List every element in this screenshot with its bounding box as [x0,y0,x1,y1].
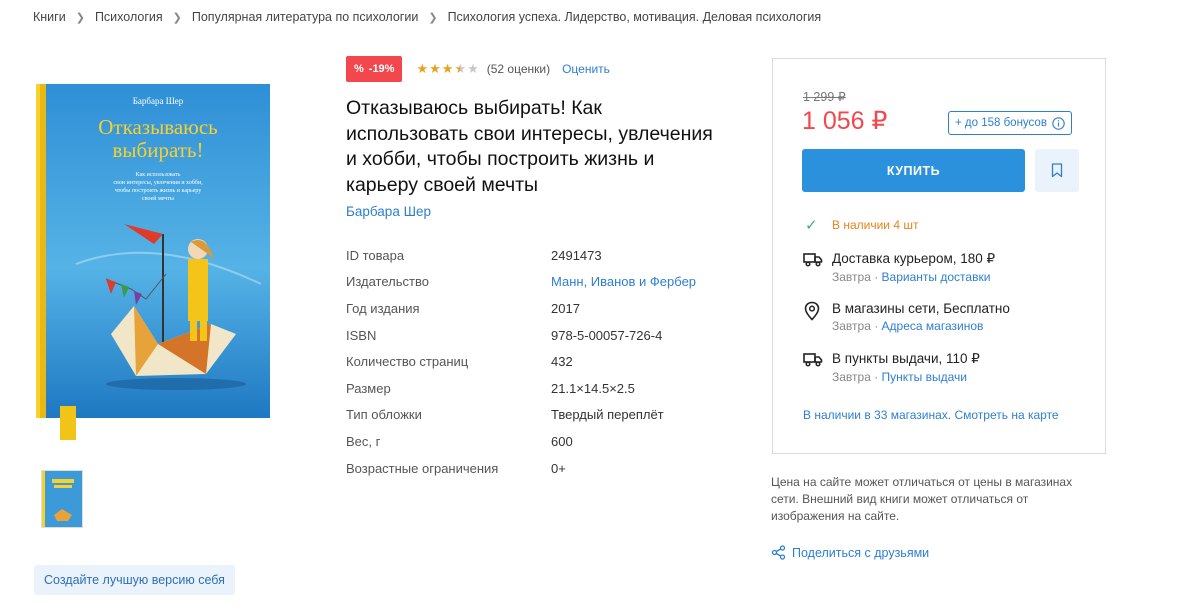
rating-row: % -19% ★ ★ ★ ★ ★ (52 оценки) Оценить [346,56,610,82]
bonus-label: + до 158 бонусов [955,117,1047,129]
delivery-when: Завтра · [832,319,882,333]
delivery-options-link[interactable]: Варианты доставки [882,270,991,284]
discount-badge: % -19% [346,56,403,82]
spec-row: Количество страниц 432 [346,348,696,375]
spec-key: Количество страниц [346,354,469,370]
spec-key: Размер [346,380,391,396]
breadcrumb-item-books[interactable]: Книги [33,10,66,24]
cover-subtitle-line3: чтобы построить жизнь и карьеру [115,187,202,194]
stock-text: В наличии 4 шт [832,218,919,232]
bonus-badge[interactable]: + до 158 бонусов [948,111,1072,135]
product-title: Отказываюсь выбирать! Как использовать с… [346,97,713,196]
rate-link[interactable]: Оценить [562,62,610,76]
spec-row: Вес, г 600 [346,428,696,455]
delivery-stores: В магазины сети, Бесплатно Завтра · Адре… [803,301,1010,333]
stores-map-link[interactable]: В наличии в 33 магазинах. Смотреть на ка… [803,408,1059,422]
star-full-icon: ★ [441,61,454,76]
cover-subtitle-line4: своей мечты [142,195,174,202]
star-half-icon: ★ [454,61,467,76]
chevron-right-icon: ❯ [172,12,182,24]
spec-row: Издательство Манн, Иванов и Фербер [346,269,696,296]
spec-value: 2017 [551,300,580,316]
book-cover-image[interactable]: Барбара Шер Отказываюсь выбирать! Как ис… [36,84,270,440]
delivery-pickup: В пункты выдачи, 110 ₽ Завтра · Пункты в… [803,351,980,384]
spec-key: Возрастные ограничения [346,460,499,476]
spec-key: Тип обложки [346,407,422,423]
cover-subtitle-line2: свои интересы, увлечения и хобби, [113,179,203,186]
spec-key: ISBN [346,327,377,343]
star-full-icon: ★ [416,61,429,76]
spec-row: ISBN 978-5-00057-726-4 [346,322,696,349]
breadcrumb: Книги ❯ Психология ❯ Популярная литература п… [33,10,821,24]
share-icon [771,545,786,560]
delivery-courier: Доставка курьером, 180 ₽ Завтра · Вариан… [803,251,995,284]
star-full-icon: ★ [429,61,441,76]
publisher-link[interactable]: Манн, Иванов и Фербер [551,274,696,289]
spec-value: 978-5-00057-726-4 [551,327,663,343]
rating-stars: ★ ★ ★ ★ ★ [416,61,478,77]
chevron-right-icon: ❯ [75,12,85,24]
spec-row: Возрастные ограничения 0+ [346,455,696,482]
buy-button[interactable]: КУПИТЬ [802,149,1025,192]
chevron-right-icon: ❯ [428,12,438,24]
location-pin-icon [804,301,820,321]
spec-value: 21.1×14.5×2.5 [551,380,635,396]
spec-value: 2491473 [551,247,602,263]
author-link[interactable]: Барбара Шер [346,204,431,219]
spec-row: ID товара 2491473 [346,242,696,269]
spec-value: 600 [551,433,573,449]
spec-key: Вес, г [346,433,381,449]
breadcrumb-item-popular[interactable]: Популярная литература по психологии [192,10,418,24]
spec-key: Издательство [346,274,429,290]
spec-row: Тип обложки Твердый переплёт [346,402,696,429]
delivery-title: В пункты выдачи, 110 ₽ [832,351,980,366]
delivery-title: В магазины сети, Бесплатно [832,301,1010,316]
pickup-points-link[interactable]: Пункты выдачи [882,370,967,384]
check-icon: ✓ [805,217,818,234]
spec-key: ID товара [346,247,405,263]
cover-thumbnail[interactable] [41,470,83,528]
spec-value: Твердый переплёт [551,407,664,423]
share-label: Поделиться с друзьями [792,545,930,560]
breadcrumb-item-psychology[interactable]: Психология [95,10,163,24]
cover-subtitle-line1: Как использовать [136,172,181,178]
delivery-when: Завтра · [832,270,882,284]
delivery-title: Доставка курьером, 180 ₽ [832,251,996,266]
rating-count: (52 оценки) [486,62,551,76]
percent-icon: % [354,63,364,75]
specs-table: ID товара 2491473 Издательство Манн, Ивано… [346,242,696,481]
store-addresses-link[interactable]: Адреса магазинов [882,319,984,333]
spec-value: 432 [551,354,573,370]
cover-title-line1: Отказываюсь [98,115,218,139]
bookmark-icon [1051,163,1063,178]
share-button[interactable]: Поделиться с друзьями [771,545,929,560]
stock-status: ✓ В наличии 4 шт [805,216,918,234]
star-empty-icon: ★ [467,61,479,76]
buy-box: 1 299 ₽ 1 056 ₽ + до 158 бонусов КУПИТЬ … [772,58,1106,454]
info-icon [1052,116,1065,130]
discount-value: -19% [368,63,395,75]
current-price: 1 056 ₽ [802,107,888,135]
spec-row: Год издания 2017 [346,295,696,322]
spec-key: Год издания [346,300,420,316]
price-disclaimer: Цена на сайте может отличаться от цены в… [771,475,1073,523]
cover-author: Барбара Шер [133,96,184,106]
breadcrumb-item-success[interactable]: Психология успеха. Лидерство, мотивация.… [448,10,822,24]
spec-value: 0+ [551,460,566,476]
spec-row: Размер 21.1×14.5×2.5 [346,375,696,402]
delivery-when: Завтра · [832,370,882,384]
bookmark-button[interactable] [1035,149,1079,192]
old-price: 1 299 ₽ [803,90,846,104]
truck-icon [803,253,823,267]
cover-title-line2: выбирать! [113,138,204,162]
pickup-truck-icon [803,353,823,367]
tag-button[interactable]: Создайте лучшую версию себя [34,565,235,595]
